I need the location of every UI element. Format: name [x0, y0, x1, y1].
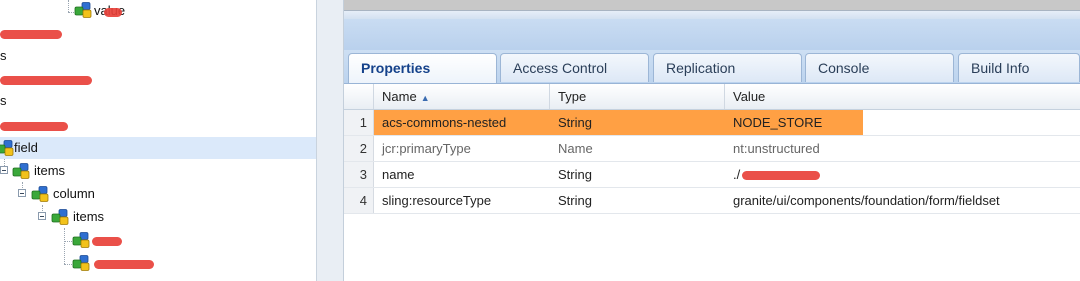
- node-icon: [74, 2, 92, 18]
- cell-value[interactable]: NODE_STORE: [725, 110, 863, 135]
- tree-node-label: s: [0, 48, 7, 63]
- redaction-mark: [94, 260, 154, 269]
- table-row[interactable]: 3 name String ./: [344, 162, 1080, 188]
- node-icon: [72, 232, 90, 248]
- tab-access-control[interactable]: Access Control: [500, 53, 649, 82]
- crx-de-window: value s s field items: [0, 0, 1080, 281]
- tree-node-s[interactable]: s: [0, 45, 316, 67]
- node-icon: [51, 209, 69, 225]
- redaction-mark: [0, 122, 68, 131]
- node-icon: [72, 255, 90, 271]
- collapse-icon[interactable]: [38, 212, 46, 220]
- cell-name[interactable]: name: [374, 162, 550, 187]
- node-icon: [31, 186, 49, 202]
- collapse-icon[interactable]: [0, 166, 8, 174]
- tab-label: Properties: [361, 60, 431, 76]
- tree-node-label: s: [0, 93, 7, 108]
- tab-label: Access Control: [513, 60, 608, 76]
- cell-type[interactable]: String: [550, 188, 725, 213]
- panel-splitter[interactable]: [317, 0, 344, 281]
- tree-node-redacted[interactable]: [0, 229, 316, 251]
- tree-node-label: field: [14, 140, 38, 155]
- row-number: 2: [344, 136, 374, 161]
- node-icon: [0, 140, 14, 156]
- tab-label: Replication: [666, 60, 736, 76]
- sort-ascending-icon: ▲: [420, 93, 430, 103]
- redaction-mark: [104, 8, 122, 17]
- column-header-label: Value: [733, 89, 766, 104]
- redaction-mark: [742, 171, 820, 180]
- table-row[interactable]: 2 jcr:primaryType Name nt:unstructured: [344, 136, 1080, 162]
- tab-bar: Properties Access Control Replication Co…: [344, 50, 1080, 84]
- cell-name[interactable]: sling:resourceType: [374, 188, 550, 213]
- tree-node-items[interactable]: items: [0, 160, 316, 182]
- tab-label: Build Info: [971, 60, 1030, 76]
- tree-node-field[interactable]: field: [0, 137, 316, 159]
- redaction-mark: [0, 76, 92, 85]
- column-header-value[interactable]: Value: [725, 84, 1080, 109]
- cell-type[interactable]: String: [550, 162, 725, 187]
- cell-name[interactable]: acs-commons-nested: [374, 110, 550, 135]
- row-number: 3: [344, 162, 374, 187]
- horizontal-scrollbar[interactable]: [344, 0, 1080, 11]
- tab-console[interactable]: Console: [805, 53, 954, 82]
- tab-properties[interactable]: Properties: [348, 53, 497, 83]
- tree-node-items[interactable]: items: [0, 206, 316, 228]
- cell-value[interactable]: nt:unstructured: [725, 136, 1080, 161]
- content-tree[interactable]: value s s field items: [0, 0, 317, 281]
- redaction-mark: [92, 237, 122, 246]
- tree-node-column[interactable]: column: [0, 183, 316, 205]
- tree-node-label: items: [34, 163, 66, 178]
- collapse-icon[interactable]: [18, 189, 26, 197]
- cell-name[interactable]: jcr:primaryType: [374, 136, 550, 161]
- tree-node-s[interactable]: s: [0, 90, 316, 112]
- redaction-mark: [0, 30, 62, 39]
- tab-replication[interactable]: Replication: [653, 53, 802, 82]
- properties-grid: Name ▲ Type Value 1 acs-commons-nested St…: [344, 84, 1080, 281]
- panel-strip: [344, 11, 1080, 19]
- column-header-name[interactable]: Name ▲: [374, 84, 550, 109]
- grid-header: Name ▲ Type Value: [344, 84, 1080, 110]
- tree-node-value[interactable]: value: [0, 0, 316, 22]
- tree-node-redacted[interactable]: [0, 252, 316, 274]
- table-row[interactable]: 4 sling:resourceType String granite/ui/c…: [344, 188, 1080, 214]
- column-header-label: Name: [382, 89, 417, 104]
- cell-type[interactable]: Name: [550, 136, 725, 161]
- tab-label: Console: [818, 60, 870, 76]
- row-number: 4: [344, 188, 374, 213]
- node-icon: [12, 163, 30, 179]
- column-header-label: Type: [558, 89, 587, 104]
- cell-type[interactable]: String: [550, 110, 725, 135]
- row-number: 1: [344, 110, 374, 135]
- tree-node-label: column: [53, 186, 95, 201]
- table-row[interactable]: 1 acs-commons-nested String NODE_STORE: [344, 110, 1080, 136]
- properties-panel: Properties Access Control Replication Co…: [344, 0, 1080, 281]
- tab-build-info[interactable]: Build Info: [958, 53, 1080, 82]
- column-header-type[interactable]: Type: [550, 84, 725, 109]
- cell-value[interactable]: granite/ui/components/foundation/form/fi…: [725, 188, 1080, 213]
- column-header-rownum: [344, 84, 374, 109]
- tree-node-label: items: [73, 209, 105, 224]
